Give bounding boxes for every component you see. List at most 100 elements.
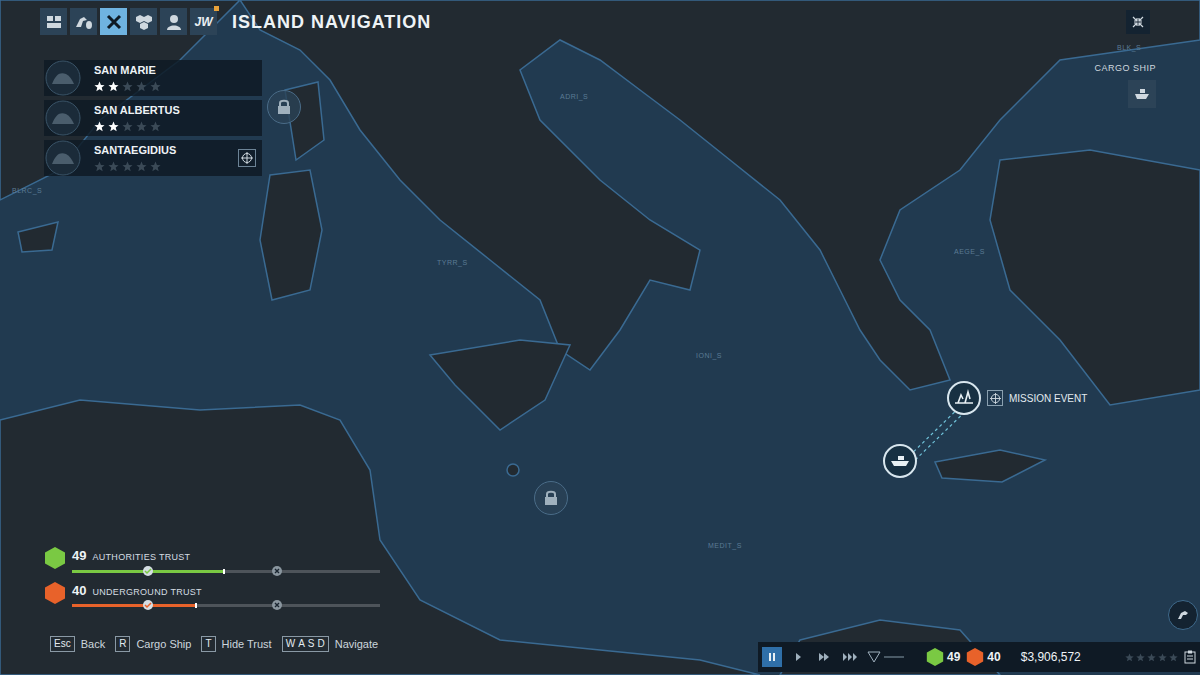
hotkey[interactable]: R Cargo Ship (115, 636, 191, 653)
map-label: MEDIT_S (708, 541, 742, 552)
clipboard-icon (1184, 650, 1196, 664)
hotkey[interactable]: T Hide Trust (201, 636, 271, 653)
hotkey[interactable]: Esc Back (50, 636, 105, 653)
island-info: SANTAEGIDIUS (94, 144, 238, 172)
authorities-counter: 49 (926, 647, 960, 667)
tab[interactable] (40, 8, 67, 35)
hotkey-action: Navigate (335, 636, 378, 653)
star-icon (136, 161, 147, 172)
island-name: SANTAEGIDIUS (94, 144, 238, 158)
star-icon (94, 81, 105, 92)
ship-icon (890, 454, 910, 468)
side-button[interactable] (1168, 600, 1198, 630)
island-item[interactable]: SAN ALBERTUS (44, 100, 262, 136)
star-rating (1125, 653, 1178, 662)
globe-icon (990, 393, 1001, 404)
map-label: BLK_S (1117, 43, 1141, 54)
star-icon (1169, 653, 1178, 662)
tab[interactable] (70, 8, 97, 35)
underground-counter: 40 (966, 647, 1000, 667)
dinosaur-icon (1175, 607, 1191, 623)
key-cap: R (115, 636, 130, 652)
hotkey-action: Cargo Ship (136, 636, 191, 653)
star-icon (122, 121, 133, 132)
speed-button[interactable] (840, 647, 860, 667)
fastest-icon (843, 652, 857, 662)
map-pin[interactable] (883, 444, 917, 478)
star-icon (1125, 653, 1134, 662)
map-pin[interactable] (534, 481, 568, 515)
tab[interactable]: JW (190, 8, 217, 35)
map-label: BLRC_S (12, 186, 42, 197)
trust-meter: 40UNDERGROUND TRUST (44, 581, 384, 608)
locked-pin[interactable] (534, 481, 568, 515)
cross-marker (272, 600, 282, 610)
hotkey-action: Back (81, 636, 105, 653)
tools-icon (105, 13, 123, 31)
star-icon (150, 81, 161, 92)
hotkey-action: Hide Trust (222, 636, 272, 653)
trust-info: 49AUTHORITIES TRUST (72, 546, 384, 573)
hotkey[interactable]: WASDNavigate (282, 636, 378, 653)
ship-pin[interactable] (883, 444, 917, 478)
star-icon (1158, 653, 1167, 662)
star-icon (122, 81, 133, 92)
collapse-icon (1132, 16, 1144, 28)
island-thumbnail-icon (44, 100, 82, 136)
map-pin[interactable] (267, 90, 301, 124)
money: $3,906,572 (1021, 648, 1081, 666)
check-icon (144, 567, 152, 575)
trust-badge (44, 581, 66, 605)
fast-forward-icon (818, 652, 830, 662)
trust-track (72, 570, 380, 573)
map-label: AEGE_S (954, 247, 985, 258)
page-title: ISLAND NAVIGATION (232, 13, 431, 31)
trust-track (72, 604, 380, 607)
star-icon (122, 161, 133, 172)
speed-button[interactable] (814, 647, 834, 667)
key-label: W (286, 639, 295, 649)
locked-pin[interactable] (267, 90, 301, 124)
trust-label: AUTHORITIES TRUST (92, 551, 190, 565)
island-info: SAN MARIE (94, 64, 256, 92)
speed-button[interactable] (762, 647, 782, 667)
speed-button[interactable] (788, 647, 808, 667)
star-icon (150, 161, 161, 172)
hotkey-bar: EscBackRCargo ShipTHide TrustWASDNavigat… (50, 636, 378, 653)
mission-pin[interactable] (947, 381, 981, 415)
tab[interactable] (160, 8, 187, 35)
island-icon (953, 389, 975, 407)
trust-hex-icon (44, 581, 66, 605)
island-item[interactable]: SANTAEGIDIUS (44, 140, 262, 176)
pause-icon (767, 652, 777, 662)
island-navigation-screen: ADRI_STYRR_SIONI_SAEGE_SBLK_SBLRC_SMEDIT… (0, 0, 1200, 675)
underground-icon (966, 647, 984, 667)
key-label: T (205, 639, 211, 649)
star-icon (94, 121, 105, 132)
collapse-button[interactable] (1126, 10, 1150, 34)
ship-icon (1134, 88, 1150, 100)
tab[interactable] (130, 8, 157, 35)
star-icon (136, 121, 147, 132)
map-pin[interactable]: MISSION EVENT (947, 381, 1087, 415)
key-cap: T (201, 636, 215, 652)
trust-header: 49AUTHORITIES TRUST (72, 546, 384, 566)
island-name: SAN ALBERTUS (94, 104, 256, 118)
target-marker (987, 390, 1003, 406)
key-label: D (317, 639, 324, 649)
trust-panel: 49AUTHORITIES TRUST 40UNDERGROUND TRUST (44, 546, 384, 607)
tab[interactable] (100, 8, 127, 35)
trust-hex-icon (44, 546, 66, 570)
map-label: ADRI_S (560, 92, 588, 103)
hexagon-icon (135, 13, 153, 31)
star-icon (1136, 653, 1145, 662)
star-icon (108, 81, 119, 92)
island-item[interactable]: SAN MARIE (44, 60, 262, 96)
star-icon (136, 81, 147, 92)
cargo-ship-button[interactable] (1128, 80, 1156, 108)
authorities-icon (926, 647, 944, 667)
key-cap: Esc (50, 636, 75, 652)
star-rating (94, 161, 238, 172)
key-label: S (308, 639, 315, 649)
authorities-value: 49 (947, 648, 960, 666)
